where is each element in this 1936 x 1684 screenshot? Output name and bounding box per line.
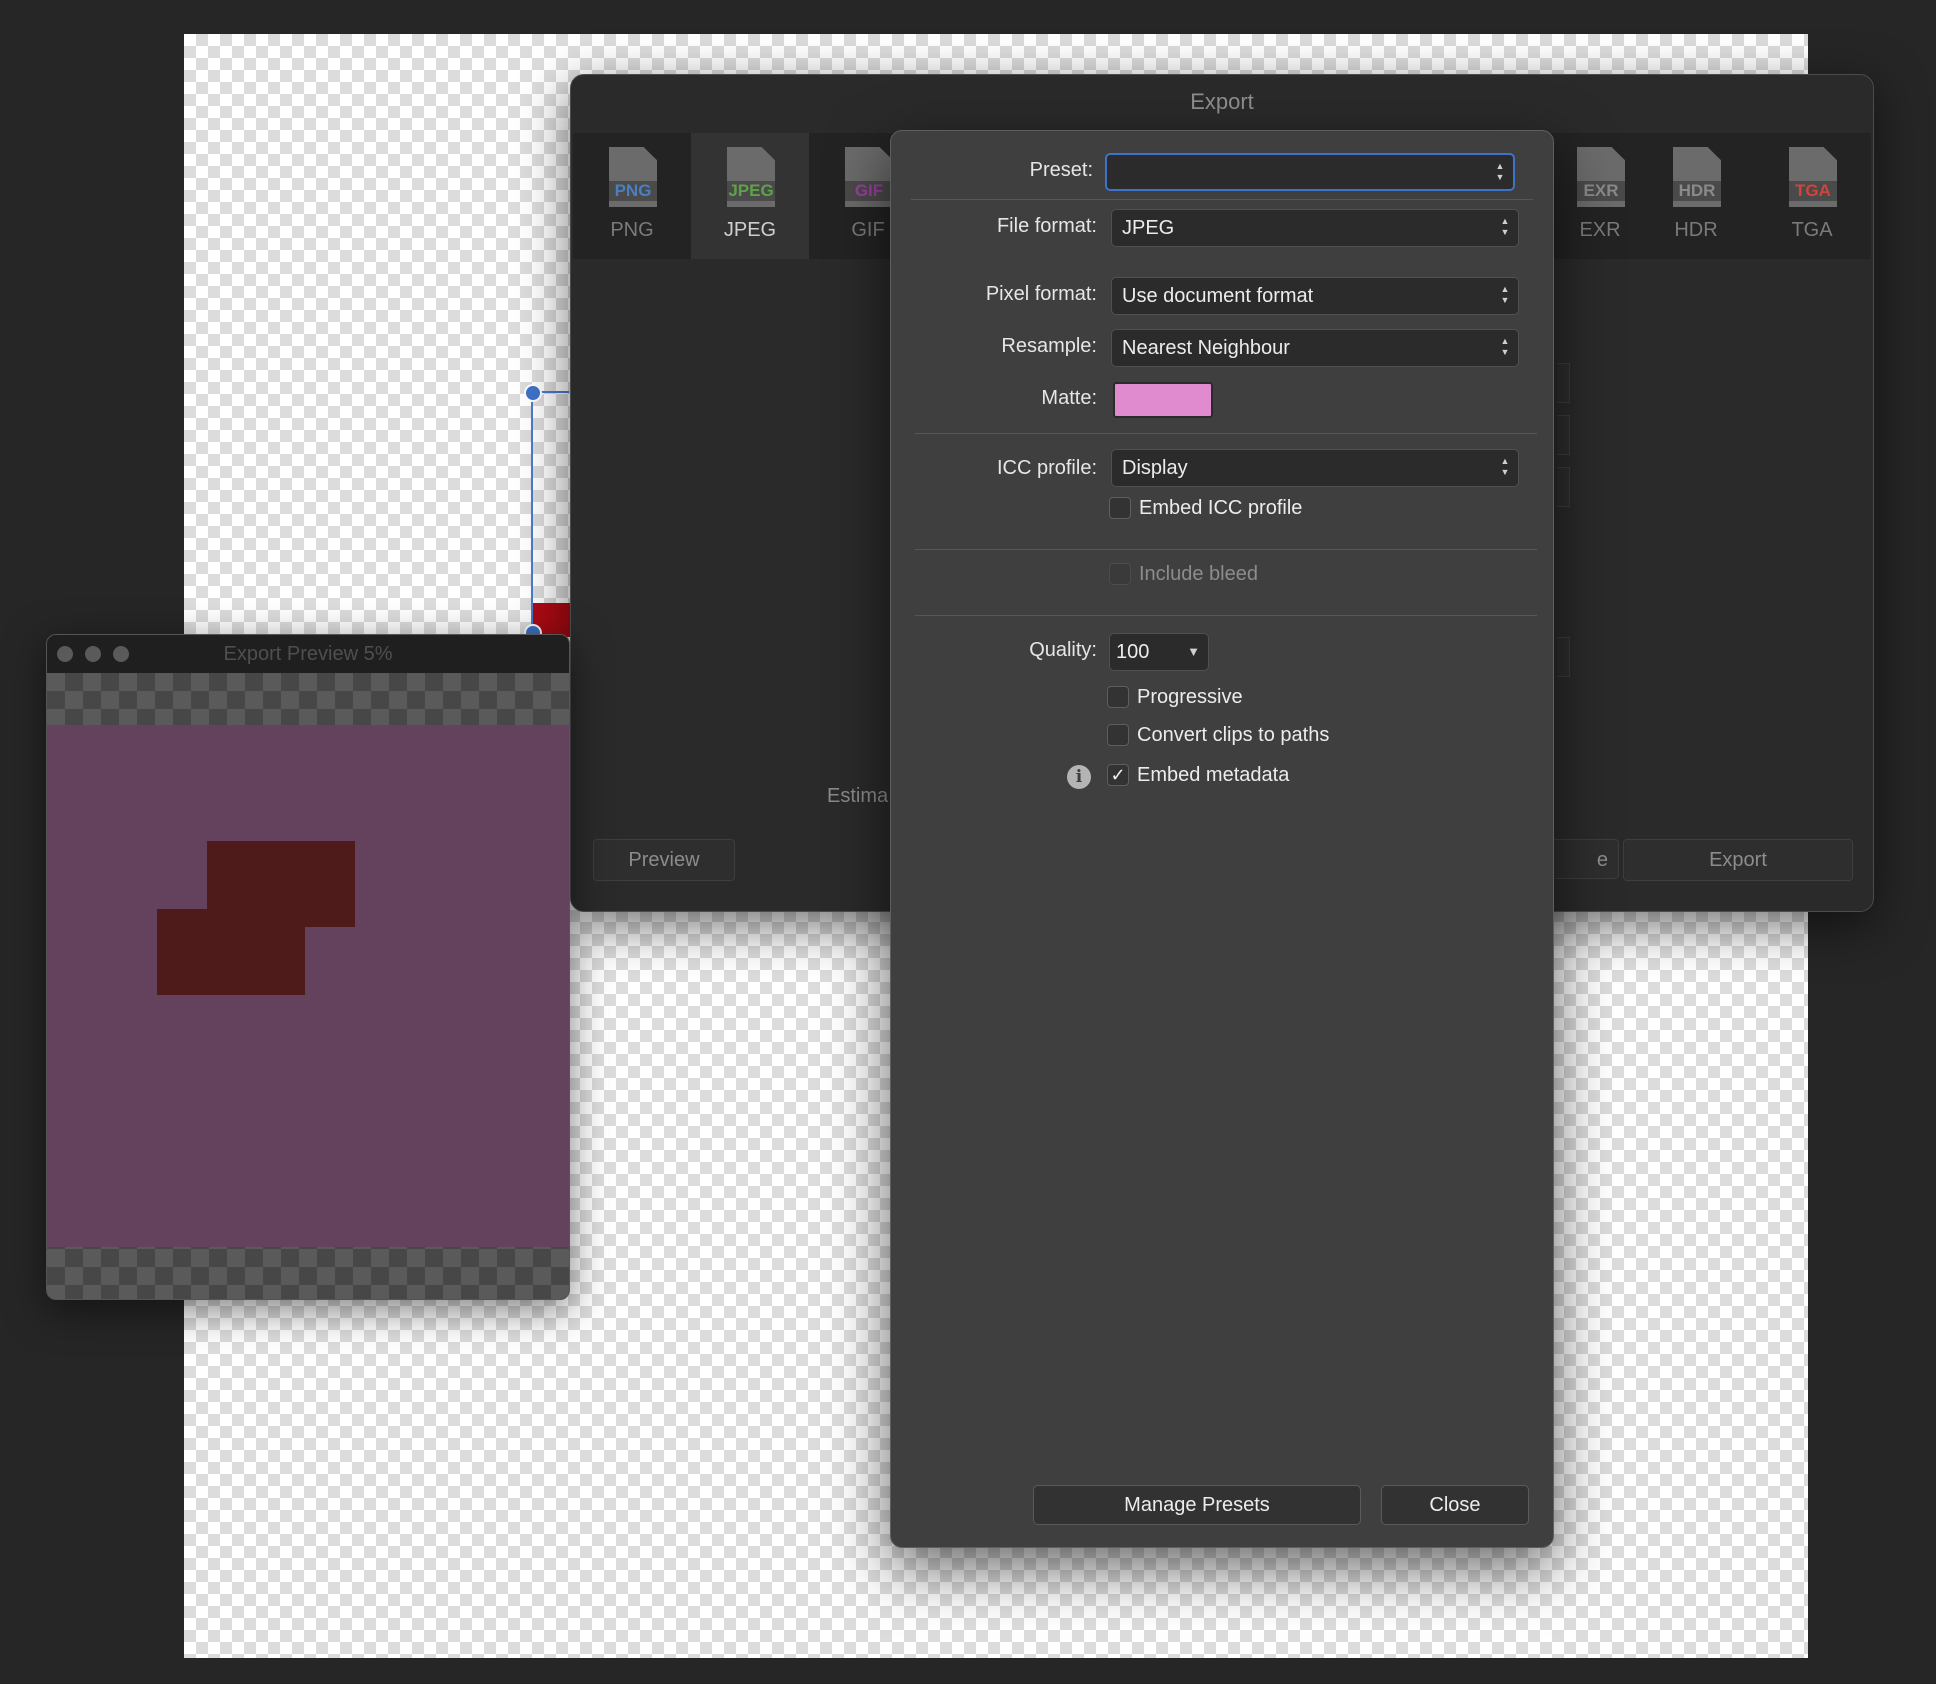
- updown-arrows-icon: ▲ ▼: [1500, 216, 1510, 237]
- icc-profile-select[interactable]: Display ▲ ▼: [1111, 449, 1519, 487]
- manage-presets-button[interactable]: Manage Presets: [1033, 1485, 1361, 1525]
- include-bleed-label: Include bleed: [1139, 563, 1258, 585]
- icc-profile-value: Display: [1122, 457, 1188, 479]
- format-tab-tga[interactable]: TGA TGA: [1753, 133, 1871, 259]
- checkbox-box[interactable]: [1109, 497, 1131, 519]
- preview-transparency-area: [47, 673, 569, 1299]
- format-badge: TGA: [1789, 181, 1837, 201]
- info-icon[interactable]: i: [1067, 765, 1091, 789]
- format-label: PNG: [610, 219, 654, 241]
- quality-label: Quality:: [1029, 639, 1097, 661]
- dialog-title: Export: [1190, 89, 1254, 114]
- pixel-format-select[interactable]: Use document format ▲ ▼: [1111, 277, 1519, 315]
- export-button[interactable]: Export: [1623, 839, 1853, 881]
- preview-title: Export Preview 5%: [223, 643, 393, 665]
- embed-icc-label: Embed ICC profile: [1139, 497, 1303, 519]
- icc-profile-label: ICC profile:: [996, 457, 1097, 479]
- format-label: JPEG: [723, 219, 777, 241]
- format-tab-jpeg[interactable]: JPEG JPEG: [691, 133, 809, 259]
- updown-arrows-icon: ▲ ▼: [1500, 336, 1510, 357]
- format-label: HDR: [1674, 219, 1718, 241]
- updown-arrows-icon: ▲ ▼: [1500, 456, 1510, 477]
- hidden-field-edge: [1557, 363, 1570, 403]
- preset-label: Preset:: [1029, 159, 1093, 181]
- format-badge: HDR: [1673, 181, 1721, 201]
- format-label: TGA: [1791, 219, 1833, 241]
- format-badge: GIF: [845, 181, 893, 201]
- file-format-select[interactable]: JPEG ▲ ▼: [1111, 209, 1519, 247]
- quality-value: 100: [1116, 641, 1150, 663]
- convert-clips-label: Convert clips to paths: [1137, 724, 1330, 746]
- preset-select[interactable]: ▲ ▼: [1105, 153, 1515, 191]
- matte-color-swatch[interactable]: [1113, 382, 1213, 418]
- progressive-label: Progressive: [1137, 686, 1243, 708]
- updown-arrows-icon: ▲ ▼: [1495, 161, 1505, 182]
- hidden-field-edge: [1557, 467, 1570, 507]
- pixel-format-label: Pixel format:: [985, 283, 1097, 305]
- selection-handle[interactable]: [524, 384, 542, 402]
- file-format-value: JPEG: [1122, 217, 1175, 239]
- preview-shape-block: [157, 909, 305, 995]
- divider: [915, 615, 1537, 616]
- divider: [915, 549, 1537, 550]
- export-preview-window: Export Preview 5%: [46, 634, 570, 1300]
- exr-file-icon: EXR: [1577, 147, 1625, 207]
- selection-guide-vertical: [531, 391, 533, 631]
- hidden-field-edge: [1557, 415, 1570, 455]
- format-tab-hdr[interactable]: HDR HDR: [1637, 133, 1755, 259]
- matte-label: Matte:: [1041, 387, 1097, 409]
- resample-select[interactable]: Nearest Neighbour ▲ ▼: [1111, 329, 1519, 367]
- hdr-file-icon: HDR: [1673, 147, 1721, 207]
- quality-combo[interactable]: 100 ▼: [1109, 633, 1209, 671]
- tga-file-icon: TGA: [1789, 147, 1837, 207]
- divider: [915, 433, 1537, 434]
- png-file-icon: PNG: [609, 147, 657, 207]
- chevron-down-icon[interactable]: ▼: [1187, 634, 1200, 670]
- format-tab-png[interactable]: PNG PNG: [573, 133, 691, 259]
- hidden-field-edge: [1557, 637, 1570, 677]
- preview-button[interactable]: Preview: [593, 839, 735, 881]
- estimated-size-label: Estima: [827, 785, 889, 807]
- preview-image: [47, 725, 569, 1247]
- resample-label: Resample:: [1001, 335, 1097, 357]
- preview-titlebar[interactable]: Export Preview 5%: [47, 635, 569, 673]
- file-format-label: File format:: [996, 215, 1097, 237]
- export-settings-sheet: Preset: ▲ ▼ File format: JPEG ▲ ▼ Pixel fo…: [890, 130, 1554, 1548]
- gif-file-icon: GIF: [845, 147, 893, 207]
- jpeg-file-icon: JPEG: [727, 147, 775, 207]
- checkbox-box[interactable]: [1107, 724, 1129, 746]
- close-button[interactable]: Close: [1381, 1485, 1529, 1525]
- checkbox-box[interactable]: [1107, 686, 1129, 708]
- format-badge: JPEG: [727, 181, 775, 201]
- format-badge: EXR: [1577, 181, 1625, 201]
- updown-arrows-icon: ▲ ▼: [1500, 284, 1510, 305]
- embed-metadata-label: Embed metadata: [1137, 764, 1290, 786]
- resample-value: Nearest Neighbour: [1122, 337, 1290, 359]
- checkbox-box[interactable]: [1109, 563, 1131, 585]
- divider: [911, 199, 1533, 200]
- checkbox-box[interactable]: ✓: [1107, 764, 1129, 786]
- format-badge: PNG: [609, 181, 657, 201]
- pixel-format-value: Use document format: [1122, 285, 1314, 307]
